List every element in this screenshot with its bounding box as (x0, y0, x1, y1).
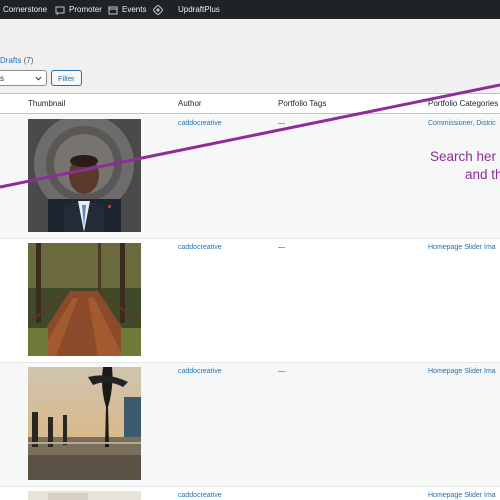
drafts-link[interactable]: Drafts (0, 56, 21, 65)
chevron-down-icon (35, 76, 42, 81)
author-link[interactable]: caddocreative (178, 244, 222, 251)
author-link[interactable]: caddocreative (178, 492, 222, 499)
diamond-icon (153, 4, 163, 15)
tags-cell: — (278, 368, 285, 375)
table-row: caddocreative — Commissioner, Distric (0, 114, 500, 239)
thumbnail-image[interactable] (28, 367, 141, 480)
tags-cell: — (278, 120, 285, 127)
category-link[interactable]: Homepage Slider Ima (428, 244, 496, 251)
column-thumbnail: Thumbnail (28, 99, 66, 108)
drafts-count: (7) (23, 56, 34, 65)
table-row: caddocreative Homepage Slider Ima (0, 487, 500, 500)
category-link[interactable]: Homepage Slider Ima (428, 492, 496, 499)
filter-select[interactable]: s (0, 70, 47, 86)
promoter-icon (55, 6, 65, 15)
category-link[interactable]: Homepage Slider Ima (428, 368, 496, 375)
portfolio-table: Thumbnail Author Portfolio Tags Portfoli… (0, 93, 500, 500)
adminbar-item-diamond[interactable] (153, 0, 163, 19)
column-portfolio-categories: Portfolio Categories (428, 99, 499, 108)
thumbnail-image[interactable] (28, 119, 141, 232)
adminbar-item-cornerstone[interactable]: Cornerstone (3, 0, 47, 19)
table-row: caddocreative — Homepage Slider Ima (0, 239, 500, 363)
filter-button[interactable]: Filter (51, 70, 82, 86)
author-link[interactable]: caddocreative (178, 368, 222, 375)
adminbar-item-promoter[interactable]: Promoter (55, 0, 102, 19)
column-author[interactable]: Author (178, 99, 202, 108)
tags-cell: — (278, 244, 285, 251)
thumbnail-image[interactable] (28, 243, 141, 356)
adminbar-item-events[interactable]: Events (108, 0, 146, 19)
status-filter-links: Drafts (7) (0, 56, 33, 65)
table-header: Thumbnail Author Portfolio Tags Portfoli… (0, 94, 500, 114)
annotation-text-line2: and th (465, 167, 500, 182)
author-link[interactable]: caddocreative (178, 120, 222, 127)
table-row: caddocreative — Homepage Slider Ima (0, 363, 500, 487)
thumbnail-image[interactable] (28, 491, 141, 500)
category-link[interactable]: Commissioner, Distric (428, 120, 496, 127)
column-portfolio-tags: Portfolio Tags (278, 99, 327, 108)
calendar-icon (108, 6, 118, 14)
filter-row: s Filter (0, 70, 82, 86)
adminbar-item-updraftplus[interactable]: UpdraftPlus (178, 0, 220, 19)
annotation-text-line1: Search her (430, 149, 497, 164)
admin-bar: Cornerstone Promoter Events UpdraftPlus (0, 0, 500, 19)
